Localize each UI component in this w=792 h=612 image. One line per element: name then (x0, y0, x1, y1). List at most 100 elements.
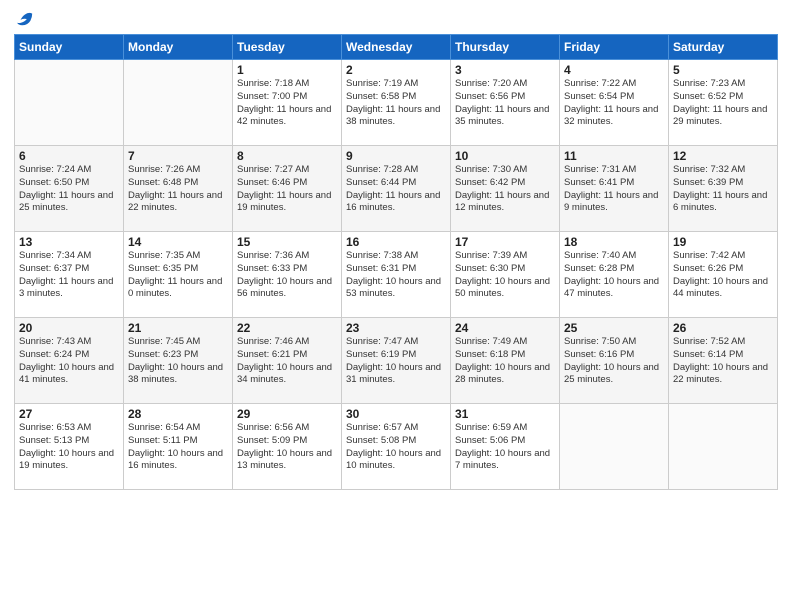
day-info: Sunrise: 7:31 AM Sunset: 6:41 PM Dayligh… (564, 164, 664, 215)
day-header-tuesday: Tuesday (233, 35, 342, 60)
day-info: Sunrise: 7:34 AM Sunset: 6:37 PM Dayligh… (19, 250, 119, 301)
day-number: 17 (455, 235, 555, 249)
day-header-sunday: Sunday (15, 35, 124, 60)
day-number: 9 (346, 149, 446, 163)
day-number: 27 (19, 407, 119, 421)
calendar-cell (15, 60, 124, 146)
day-info: Sunrise: 7:43 AM Sunset: 6:24 PM Dayligh… (19, 336, 119, 387)
calendar-cell: 26Sunrise: 7:52 AM Sunset: 6:14 PM Dayli… (669, 318, 778, 404)
day-number: 15 (237, 235, 337, 249)
day-number: 14 (128, 235, 228, 249)
day-info: Sunrise: 7:18 AM Sunset: 7:00 PM Dayligh… (237, 78, 337, 129)
day-number: 6 (19, 149, 119, 163)
day-number: 19 (673, 235, 773, 249)
calendar-cell: 13Sunrise: 7:34 AM Sunset: 6:37 PM Dayli… (15, 232, 124, 318)
day-number: 22 (237, 321, 337, 335)
page: SundayMondayTuesdayWednesdayThursdayFrid… (0, 0, 792, 496)
calendar-cell (669, 404, 778, 490)
calendar-cell: 3Sunrise: 7:20 AM Sunset: 6:56 PM Daylig… (451, 60, 560, 146)
calendar-cell: 2Sunrise: 7:19 AM Sunset: 6:58 PM Daylig… (342, 60, 451, 146)
calendar-cell: 11Sunrise: 7:31 AM Sunset: 6:41 PM Dayli… (560, 146, 669, 232)
calendar-cell: 14Sunrise: 7:35 AM Sunset: 6:35 PM Dayli… (124, 232, 233, 318)
header (14, 10, 778, 28)
day-number: 29 (237, 407, 337, 421)
day-number: 7 (128, 149, 228, 163)
day-header-monday: Monday (124, 35, 233, 60)
day-number: 26 (673, 321, 773, 335)
day-info: Sunrise: 7:24 AM Sunset: 6:50 PM Dayligh… (19, 164, 119, 215)
calendar-week-5: 27Sunrise: 6:53 AM Sunset: 5:13 PM Dayli… (15, 404, 778, 490)
day-info: Sunrise: 7:42 AM Sunset: 6:26 PM Dayligh… (673, 250, 773, 301)
day-number: 21 (128, 321, 228, 335)
calendar-cell: 29Sunrise: 6:56 AM Sunset: 5:09 PM Dayli… (233, 404, 342, 490)
day-number: 13 (19, 235, 119, 249)
day-number: 30 (346, 407, 446, 421)
day-info: Sunrise: 7:26 AM Sunset: 6:48 PM Dayligh… (128, 164, 228, 215)
day-info: Sunrise: 7:38 AM Sunset: 6:31 PM Dayligh… (346, 250, 446, 301)
day-info: Sunrise: 7:30 AM Sunset: 6:42 PM Dayligh… (455, 164, 555, 215)
calendar-cell: 9Sunrise: 7:28 AM Sunset: 6:44 PM Daylig… (342, 146, 451, 232)
calendar-cell: 27Sunrise: 6:53 AM Sunset: 5:13 PM Dayli… (15, 404, 124, 490)
day-info: Sunrise: 7:28 AM Sunset: 6:44 PM Dayligh… (346, 164, 446, 215)
calendar-cell: 1Sunrise: 7:18 AM Sunset: 7:00 PM Daylig… (233, 60, 342, 146)
day-number: 25 (564, 321, 664, 335)
day-number: 23 (346, 321, 446, 335)
day-info: Sunrise: 7:23 AM Sunset: 6:52 PM Dayligh… (673, 78, 773, 129)
calendar-cell: 7Sunrise: 7:26 AM Sunset: 6:48 PM Daylig… (124, 146, 233, 232)
calendar-cell: 23Sunrise: 7:47 AM Sunset: 6:19 PM Dayli… (342, 318, 451, 404)
day-number: 5 (673, 63, 773, 77)
calendar-cell: 4Sunrise: 7:22 AM Sunset: 6:54 PM Daylig… (560, 60, 669, 146)
day-header-saturday: Saturday (669, 35, 778, 60)
calendar-cell (560, 404, 669, 490)
calendar-week-4: 20Sunrise: 7:43 AM Sunset: 6:24 PM Dayli… (15, 318, 778, 404)
day-info: Sunrise: 7:39 AM Sunset: 6:30 PM Dayligh… (455, 250, 555, 301)
calendar-cell: 15Sunrise: 7:36 AM Sunset: 6:33 PM Dayli… (233, 232, 342, 318)
calendar-cell: 31Sunrise: 6:59 AM Sunset: 5:06 PM Dayli… (451, 404, 560, 490)
calendar-cell: 25Sunrise: 7:50 AM Sunset: 6:16 PM Dayli… (560, 318, 669, 404)
day-number: 1 (237, 63, 337, 77)
day-info: Sunrise: 7:27 AM Sunset: 6:46 PM Dayligh… (237, 164, 337, 215)
calendar-cell: 30Sunrise: 6:57 AM Sunset: 5:08 PM Dayli… (342, 404, 451, 490)
day-number: 28 (128, 407, 228, 421)
calendar-week-2: 6Sunrise: 7:24 AM Sunset: 6:50 PM Daylig… (15, 146, 778, 232)
day-header-thursday: Thursday (451, 35, 560, 60)
day-info: Sunrise: 7:20 AM Sunset: 6:56 PM Dayligh… (455, 78, 555, 129)
day-info: Sunrise: 6:54 AM Sunset: 5:11 PM Dayligh… (128, 422, 228, 473)
calendar-cell: 17Sunrise: 7:39 AM Sunset: 6:30 PM Dayli… (451, 232, 560, 318)
calendar-cell: 5Sunrise: 7:23 AM Sunset: 6:52 PM Daylig… (669, 60, 778, 146)
day-info: Sunrise: 7:49 AM Sunset: 6:18 PM Dayligh… (455, 336, 555, 387)
logo (14, 10, 34, 28)
day-info: Sunrise: 7:22 AM Sunset: 6:54 PM Dayligh… (564, 78, 664, 129)
day-header-friday: Friday (560, 35, 669, 60)
day-number: 16 (346, 235, 446, 249)
calendar-cell: 28Sunrise: 6:54 AM Sunset: 5:11 PM Dayli… (124, 404, 233, 490)
day-info: Sunrise: 7:36 AM Sunset: 6:33 PM Dayligh… (237, 250, 337, 301)
day-info: Sunrise: 7:32 AM Sunset: 6:39 PM Dayligh… (673, 164, 773, 215)
logo-bird-icon (16, 10, 34, 28)
day-info: Sunrise: 6:57 AM Sunset: 5:08 PM Dayligh… (346, 422, 446, 473)
day-number: 31 (455, 407, 555, 421)
day-info: Sunrise: 7:50 AM Sunset: 6:16 PM Dayligh… (564, 336, 664, 387)
calendar-cell: 20Sunrise: 7:43 AM Sunset: 6:24 PM Dayli… (15, 318, 124, 404)
calendar-header-row: SundayMondayTuesdayWednesdayThursdayFrid… (15, 35, 778, 60)
day-info: Sunrise: 7:47 AM Sunset: 6:19 PM Dayligh… (346, 336, 446, 387)
day-number: 18 (564, 235, 664, 249)
day-number: 10 (455, 149, 555, 163)
day-number: 4 (564, 63, 664, 77)
calendar-cell: 10Sunrise: 7:30 AM Sunset: 6:42 PM Dayli… (451, 146, 560, 232)
calendar-cell: 22Sunrise: 7:46 AM Sunset: 6:21 PM Dayli… (233, 318, 342, 404)
logo-text (14, 10, 34, 28)
calendar-week-1: 1Sunrise: 7:18 AM Sunset: 7:00 PM Daylig… (15, 60, 778, 146)
calendar-cell: 6Sunrise: 7:24 AM Sunset: 6:50 PM Daylig… (15, 146, 124, 232)
day-number: 24 (455, 321, 555, 335)
day-number: 8 (237, 149, 337, 163)
calendar-week-3: 13Sunrise: 7:34 AM Sunset: 6:37 PM Dayli… (15, 232, 778, 318)
day-number: 11 (564, 149, 664, 163)
day-number: 2 (346, 63, 446, 77)
day-number: 3 (455, 63, 555, 77)
day-info: Sunrise: 6:53 AM Sunset: 5:13 PM Dayligh… (19, 422, 119, 473)
day-info: Sunrise: 6:56 AM Sunset: 5:09 PM Dayligh… (237, 422, 337, 473)
calendar-cell: 18Sunrise: 7:40 AM Sunset: 6:28 PM Dayli… (560, 232, 669, 318)
day-info: Sunrise: 6:59 AM Sunset: 5:06 PM Dayligh… (455, 422, 555, 473)
calendar-cell: 16Sunrise: 7:38 AM Sunset: 6:31 PM Dayli… (342, 232, 451, 318)
